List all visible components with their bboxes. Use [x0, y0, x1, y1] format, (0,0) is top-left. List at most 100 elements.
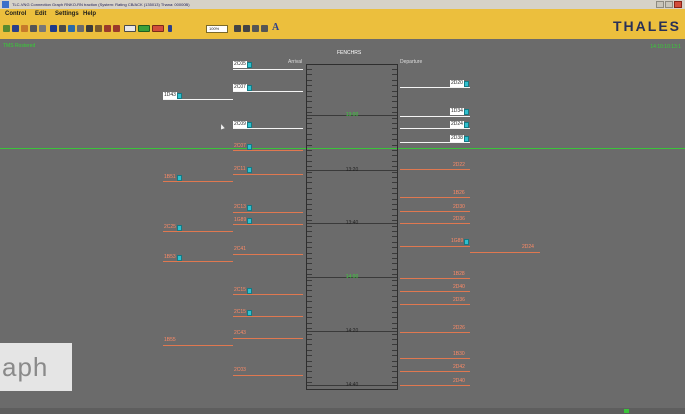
train-tag[interactable]: 2C07	[233, 143, 252, 150]
minute-tick	[392, 198, 397, 200]
preview-icon[interactable]	[39, 25, 46, 32]
zoom-select[interactable]: 100%	[206, 25, 228, 33]
menu-help[interactable]: Help	[83, 9, 96, 19]
train-line	[400, 304, 470, 305]
zoom-out-icon[interactable]	[243, 25, 250, 32]
filter-icon[interactable]	[21, 25, 28, 32]
menu-edit[interactable]: Edit	[35, 9, 46, 19]
minute-tick	[392, 123, 397, 124]
train-tag[interactable]: 2D38	[450, 135, 469, 142]
menu-control[interactable]: Control	[5, 9, 26, 19]
train-tag[interactable]: 2C11	[233, 166, 252, 173]
train-tag[interactable]: 2C41	[233, 246, 247, 253]
minute-tick	[307, 301, 312, 303]
train-badge-icon	[463, 135, 469, 142]
text-icon[interactable]: A	[272, 22, 279, 33]
status-indicator-icon	[624, 409, 629, 413]
time-label: 13:20	[345, 167, 359, 173]
train-tag[interactable]: 2D40	[452, 378, 466, 385]
minute-tick	[307, 360, 312, 362]
minute-tick	[392, 171, 397, 173]
minute-tick	[392, 209, 397, 211]
train-line	[163, 345, 233, 346]
minimize-icon[interactable]	[656, 1, 664, 8]
chart-icon[interactable]	[68, 25, 75, 32]
grid-icon[interactable]	[77, 25, 84, 32]
train-tag[interactable]: 2C13	[233, 204, 252, 211]
train-tag[interactable]: 2C15	[233, 309, 252, 316]
train-tag[interactable]: 1D43	[163, 92, 182, 99]
train-tag[interactable]: 2D30	[452, 204, 466, 211]
minute-tick	[392, 355, 397, 357]
train-tag[interactable]: 2D42	[452, 364, 466, 371]
train-tag[interactable]: 2C15	[233, 287, 252, 294]
search-icon[interactable]	[86, 25, 93, 32]
train-tag[interactable]: 2C05	[233, 61, 252, 68]
info-icon[interactable]	[168, 25, 172, 32]
train-tag[interactable]: 2D24	[521, 244, 535, 251]
settings-icon[interactable]	[59, 25, 66, 32]
minute-tick	[392, 204, 397, 205]
view-a-icon[interactable]	[124, 25, 136, 32]
train-number: 1B51	[164, 174, 176, 180]
train-tag[interactable]: 2D40	[452, 284, 466, 291]
train-tag[interactable]: 2C03	[233, 367, 247, 374]
minute-tick	[307, 182, 312, 184]
train-tag[interactable]: 1B26	[452, 190, 466, 197]
minute-tick	[307, 214, 312, 216]
print-icon[interactable]	[30, 25, 37, 32]
train-tag[interactable]: 1B30	[452, 351, 466, 358]
minute-tick	[307, 355, 312, 357]
train-line	[233, 338, 303, 339]
open-folder-icon[interactable]	[3, 25, 10, 32]
config-icon[interactable]	[104, 25, 111, 32]
menu-settings[interactable]: Settings	[55, 9, 79, 19]
eye-icon[interactable]	[95, 25, 102, 32]
time-label: 13:00	[345, 112, 359, 118]
train-line	[233, 69, 303, 70]
train-tag[interactable]: 2D36	[452, 297, 466, 304]
train-tag[interactable]: 2C25	[163, 224, 182, 231]
minute-tick	[392, 193, 397, 195]
zoom-in-icon[interactable]	[234, 25, 241, 32]
train-tag[interactable]: 1B53	[163, 254, 182, 261]
train-number: 2C03	[234, 367, 246, 373]
minute-tick	[392, 268, 397, 270]
train-number: 2D38	[450, 135, 464, 142]
minute-tick	[392, 128, 397, 130]
config-icon[interactable]	[113, 25, 120, 32]
minute-tick	[392, 236, 397, 238]
view-c-icon[interactable]	[152, 25, 164, 32]
train-tag[interactable]: 1G89	[233, 217, 253, 224]
train-tag[interactable]: 2C43	[233, 330, 247, 337]
train-tag[interactable]: 2C09	[233, 121, 252, 128]
train-tag[interactable]: 2C07	[233, 84, 252, 91]
save-icon[interactable]	[12, 25, 19, 32]
zoom-area-icon[interactable]	[261, 25, 268, 32]
train-tag[interactable]: 1B28	[452, 271, 466, 278]
train-number: 2D40	[453, 284, 465, 290]
minute-tick	[307, 79, 312, 81]
train-tag[interactable]: 1B55	[163, 337, 177, 344]
train-line	[163, 181, 233, 182]
zoom-fit-icon[interactable]	[252, 25, 259, 32]
train-tag[interactable]: 2D24	[450, 121, 469, 128]
train-tag[interactable]: 2D36	[452, 216, 466, 223]
train-tag[interactable]: 1D34	[450, 108, 469, 115]
train-line	[233, 91, 303, 92]
close-icon[interactable]	[674, 1, 682, 8]
train-line	[163, 261, 233, 262]
view-b-icon[interactable]	[138, 25, 150, 32]
minute-tick	[307, 198, 312, 200]
train-line	[400, 142, 470, 143]
train-icon[interactable]	[50, 25, 57, 32]
train-tag[interactable]: 2D20	[450, 80, 469, 87]
train-tag[interactable]: 1G89	[450, 238, 470, 245]
train-tag[interactable]: 1B51	[163, 174, 182, 181]
maximize-icon[interactable]	[665, 1, 673, 8]
minute-tick	[392, 187, 397, 189]
minute-tick	[392, 160, 397, 162]
train-tag[interactable]: 2D22	[452, 162, 466, 169]
minute-tick	[392, 177, 397, 178]
train-tag[interactable]: 2D26	[452, 325, 466, 332]
